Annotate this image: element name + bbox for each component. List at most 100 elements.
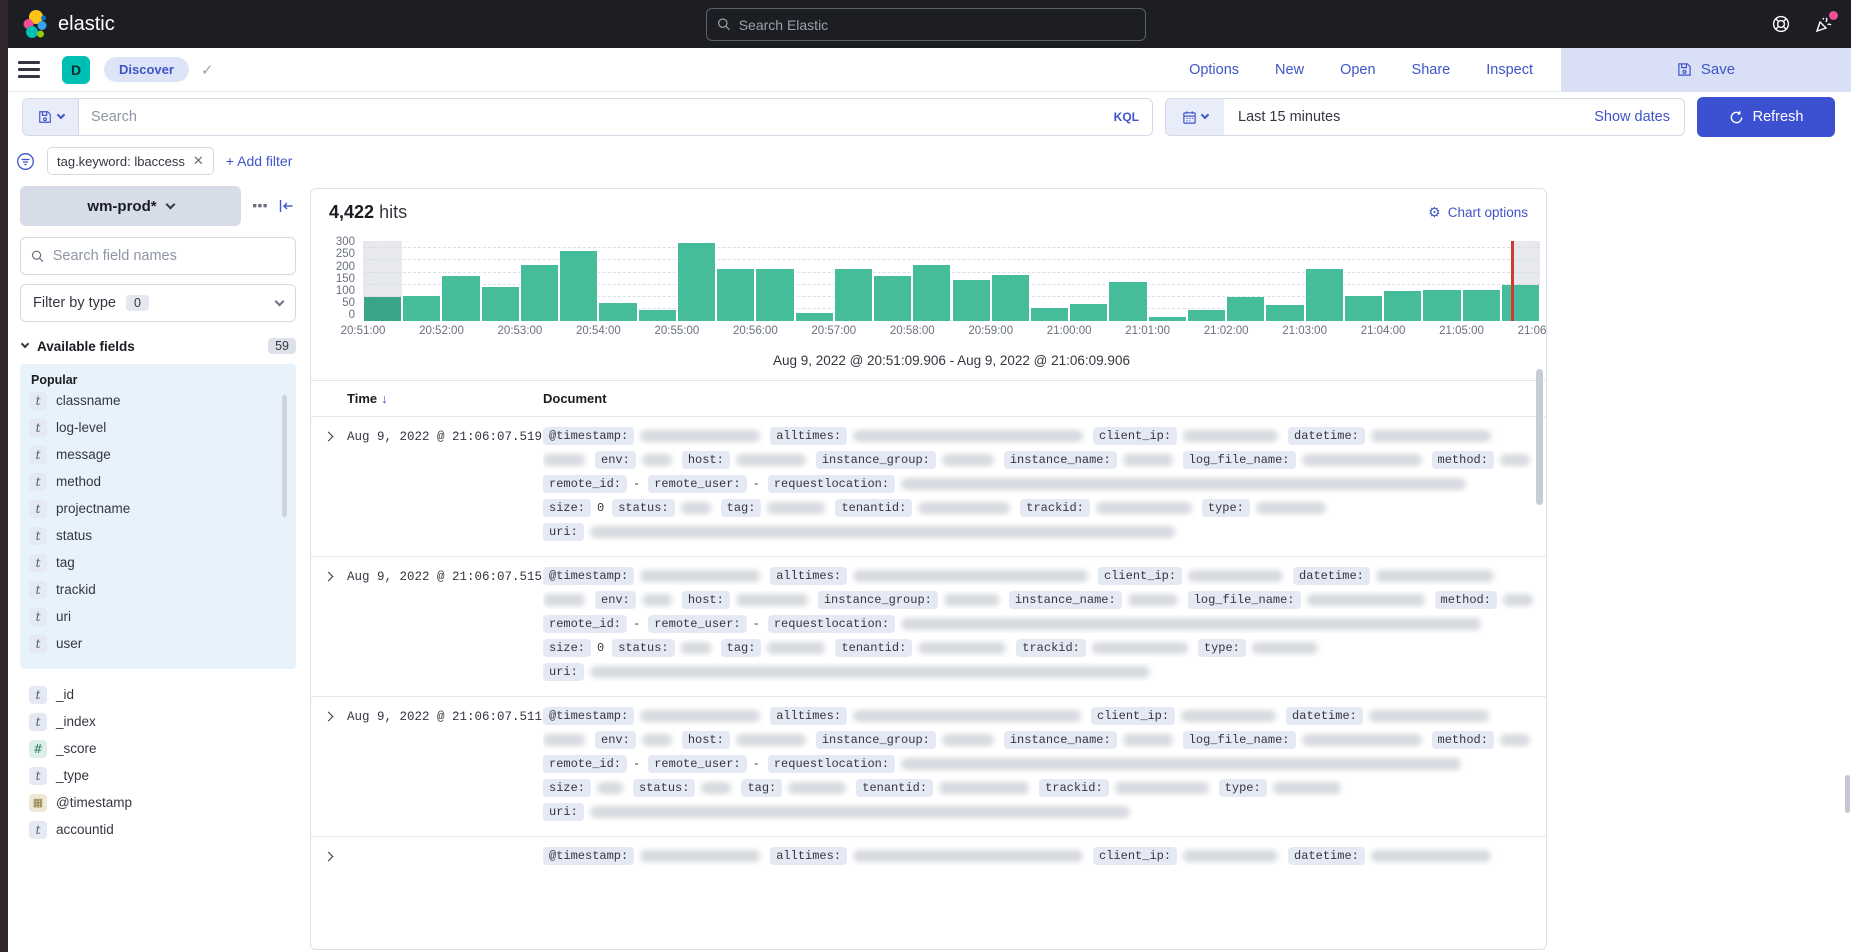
expand-row-icon[interactable] (324, 572, 334, 582)
global-search-input[interactable] (739, 17, 1135, 33)
field-search-input[interactable] (53, 248, 285, 264)
redacted-value (1256, 502, 1326, 514)
filter-by-type-count: 0 (126, 295, 149, 311)
redacted-value (853, 430, 1083, 442)
index-pattern-selector[interactable]: wm-prod* (20, 186, 241, 226)
field-item-@timestamp[interactable]: ▦@timestamp (29, 789, 296, 816)
time-range-value[interactable]: Last 15 minutes (1224, 109, 1340, 125)
field-item-classname[interactable]: tclassname (29, 387, 296, 414)
expand-row-icon[interactable] (324, 432, 334, 442)
redacted-value (918, 642, 1006, 654)
redacted-value (1092, 642, 1188, 654)
remove-filter-icon[interactable]: ✕ (193, 153, 204, 169)
redacted-value (942, 734, 994, 746)
redacted-value (1096, 502, 1192, 514)
redacted-value (944, 594, 999, 606)
field-item-_index[interactable]: t_index (29, 708, 296, 735)
saved-query-menu-button[interactable] (23, 99, 79, 135)
field-item-method[interactable]: tmethod (29, 468, 296, 495)
open-link[interactable]: Open (1340, 62, 1375, 78)
expand-row-icon[interactable] (324, 712, 334, 722)
field-value: - (633, 757, 640, 771)
y-axis-tick: 250 (336, 248, 355, 260)
histogram-bar (912, 265, 951, 321)
show-dates-button[interactable]: Show dates (1594, 109, 1684, 125)
chart-time-range-subtitle: Aug 9, 2022 @ 20:51:09.906 - Aug 9, 2022… (363, 345, 1540, 380)
query-search-input[interactable] (79, 99, 1101, 135)
histogram-chart[interactable]: 050100150200250300 20:51:0020:52:0020:53… (311, 227, 1546, 380)
field-item-accountid[interactable]: taccountid (29, 816, 296, 843)
field-item-_id[interactable]: t_id (29, 681, 296, 708)
text-type-icon: t (29, 392, 47, 410)
time-column-header[interactable]: Time↓ (347, 391, 543, 406)
field-chip: alltimes: (770, 847, 847, 865)
field-chip: status: (612, 639, 674, 657)
date-quick-menu-button[interactable] (1166, 99, 1224, 135)
field-chip: host: (682, 591, 730, 609)
field-name: status (56, 528, 92, 543)
redacted-value (1273, 782, 1341, 794)
calendar-icon (1182, 110, 1197, 125)
field-chip: trackid: (1039, 779, 1109, 797)
field-settings-icon[interactable] (253, 201, 267, 211)
redacted-value (590, 526, 1175, 538)
field-item-log-level[interactable]: tlog-level (29, 414, 296, 441)
index-pattern-name: wm-prod* (87, 198, 156, 215)
share-link[interactable]: Share (1412, 62, 1451, 78)
menu-icon[interactable] (18, 61, 40, 78)
field-item-user[interactable]: tuser (29, 630, 296, 657)
refresh-button[interactable]: Refresh (1697, 97, 1835, 137)
sort-desc-icon[interactable]: ↓ (381, 391, 388, 406)
redacted-value (1181, 710, 1276, 722)
options-link[interactable]: Options (1189, 62, 1239, 78)
table-row: Aug 9, 2022 @ 21:06:07.515@timestamp:all… (311, 556, 1546, 696)
field-name: tag (56, 555, 75, 570)
field-item-message[interactable]: tmessage (29, 441, 296, 468)
redacted-value (1500, 454, 1530, 466)
field-item-trackid[interactable]: ttrackid (29, 576, 296, 603)
add-filter-button[interactable]: + Add filter (226, 153, 293, 169)
redacted-value (1376, 570, 1494, 582)
save-button[interactable]: Save (1561, 48, 1851, 92)
field-item-projectname[interactable]: tprojectname (29, 495, 296, 522)
text-type-icon: t (29, 446, 47, 464)
page-scrollbar[interactable] (1845, 775, 1850, 813)
query-language-button[interactable]: KQL (1101, 110, 1152, 124)
field-item-uri[interactable]: turi (29, 603, 296, 630)
available-fields-header[interactable]: Available fields 59 (20, 338, 296, 354)
field-name: _type (56, 768, 89, 783)
redacted-value (1128, 594, 1178, 606)
filter-by-type-select[interactable]: Filter by type 0 (20, 284, 296, 322)
field-item-status[interactable]: tstatus (29, 522, 296, 549)
redacted-value (1115, 782, 1209, 794)
field-search-box[interactable] (20, 237, 296, 275)
elastic-logo[interactable]: elastic (22, 9, 115, 39)
field-item-tag[interactable]: ttag (29, 549, 296, 576)
doc-table-scrollbar[interactable] (1536, 369, 1543, 505)
field-chip: alltimes: (770, 707, 847, 725)
current-time-marker (1511, 241, 1514, 321)
redacted-value (590, 666, 1150, 678)
refresh-label: Refresh (1753, 109, 1804, 125)
collapse-sidebar-icon[interactable] (279, 199, 294, 213)
redacted-value (1302, 454, 1422, 466)
field-chip: client_ip: (1091, 707, 1175, 725)
chart-options-button[interactable]: ⚙ Chart options (1428, 204, 1528, 221)
discover-app-badge[interactable]: D (62, 56, 90, 84)
field-chip: tag: (741, 779, 782, 797)
filter-pill-tag-keyword[interactable]: tag.keyword: lbaccess ✕ (47, 147, 214, 175)
field-item-_score[interactable]: #_score (29, 735, 296, 762)
field-item-_type[interactable]: t_type (29, 762, 296, 789)
field-name: trackid (56, 582, 96, 597)
help-icon[interactable] (1772, 15, 1790, 33)
news-icon[interactable] (1814, 15, 1833, 34)
global-search-box[interactable] (706, 8, 1146, 41)
redacted-value (1369, 710, 1489, 722)
expand-row-icon[interactable] (324, 852, 334, 862)
field-chip: status: (612, 499, 674, 517)
inspect-link[interactable]: Inspect (1486, 62, 1533, 78)
breadcrumb[interactable]: Discover (104, 57, 189, 82)
sidebar-scrollbar[interactable] (282, 395, 287, 517)
save-label: Save (1701, 61, 1735, 78)
new-link[interactable]: New (1275, 62, 1304, 78)
